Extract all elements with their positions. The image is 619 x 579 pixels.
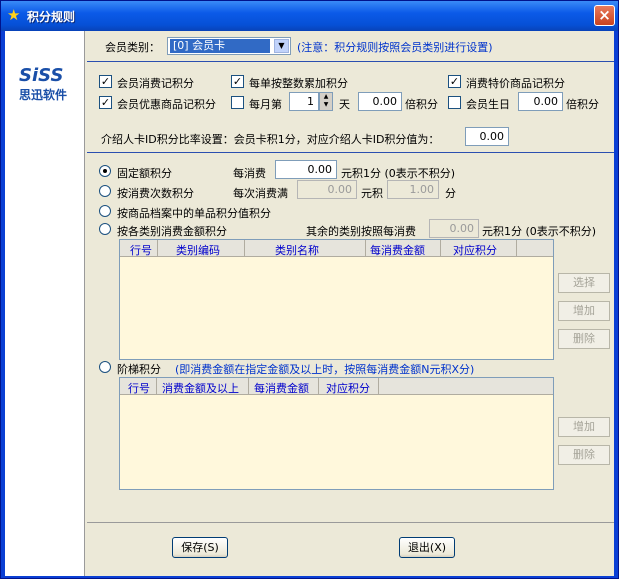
window-title: 积分规则 [27, 10, 76, 24]
monthly-label: 每月第 [249, 98, 282, 111]
divider [87, 522, 614, 523]
column-header[interactable]: 每消费金额 [370, 242, 425, 258]
fixed-unit: 元积1分 (0表示不积分) [341, 167, 456, 180]
ladder-grid[interactable]: 行号 消费金额及以上 每消费金额 对应积分 [119, 377, 554, 490]
category-grid-header: 行号 类别编码 类别名称 每消费金额 对应积分 [120, 240, 553, 257]
birthday-label: 会员生日 [466, 98, 510, 111]
spin-down-icon[interactable]: ▼ [320, 101, 332, 109]
special-label: 消费特价商品记积分 [466, 77, 565, 90]
monthly-times-unit: 倍积分 [405, 98, 438, 111]
fixed-label: 固定额积分 [117, 167, 172, 180]
count-radio[interactable] [99, 185, 111, 197]
ladder-grid-header: 行号 消费金额及以上 每消费金额 对应积分 [120, 378, 553, 395]
category-label: 按各类别消费金额积分 [117, 225, 227, 238]
consume-label: 会员消费记积分 [117, 77, 194, 90]
save-button[interactable]: 保存(S) [172, 537, 228, 558]
ladder-note: (即消费金额在指定金额及以上时，按照每消费金额N元积X分) [175, 363, 475, 376]
select-button[interactable]: 选择 [558, 273, 610, 293]
count-per-label: 每次消费满 [233, 187, 288, 200]
divider [87, 152, 614, 153]
title-bar[interactable]: ★ 积分规则 × [1, 1, 618, 31]
column-header[interactable]: 对应积分 [326, 380, 370, 396]
special-checkbox[interactable]: ✓ [448, 75, 461, 88]
column-header[interactable]: 消费金额及以上 [162, 380, 239, 396]
count-points-input[interactable]: 1.00 [387, 180, 439, 199]
item-radio[interactable] [99, 205, 111, 217]
category-other-input[interactable]: 0.00 [429, 219, 479, 238]
ladder-label: 阶梯积分 [117, 363, 161, 376]
item-label: 按商品档案中的单品积分值积分 [117, 207, 271, 220]
divider [87, 61, 614, 62]
ladder-delete-button[interactable]: 删除 [558, 445, 610, 465]
column-header[interactable]: 对应积分 [453, 242, 497, 258]
category-add-button[interactable]: 增加 [558, 301, 610, 321]
per-order-checkbox[interactable]: ✓ [231, 75, 244, 88]
fixed-value-input[interactable]: 0.00 [275, 160, 337, 179]
dialog-window: ★ 积分规则 × SiSS 思迅软件 会员类别： [0] 会员卡 ▼ (注意：积… [0, 0, 619, 579]
ladder-add-button[interactable]: 增加 [558, 417, 610, 437]
monthly-day-input[interactable]: 1 [289, 92, 319, 111]
dialog-body: SiSS 思迅软件 会员类别： [0] 会员卡 ▼ (注意：积分规则按照会员类别… [5, 31, 614, 576]
column-header[interactable]: 类别编码 [176, 242, 220, 258]
category-other-unit: 元积1分 (0表示不积分) [482, 225, 597, 238]
category-delete-button[interactable]: 删除 [558, 329, 610, 349]
category-grid[interactable]: 行号 类别编码 类别名称 每消费金额 对应积分 [119, 239, 554, 360]
fixed-per-label: 每消费 [233, 167, 266, 180]
monthly-times-input[interactable]: 0.00 [358, 92, 402, 111]
ladder-radio[interactable] [99, 361, 111, 373]
logo-panel: SiSS 思迅软件 [5, 31, 85, 576]
monthly-checkbox[interactable] [231, 96, 244, 109]
category-radio[interactable] [99, 223, 111, 235]
birthday-times-input[interactable]: 0.00 [518, 92, 563, 111]
consume-checkbox[interactable]: ✓ [99, 75, 112, 88]
brand-logo: SiSS [19, 65, 64, 86]
discount-label: 会员优惠商品记积分 [117, 98, 216, 111]
member-type-label: 会员类别： [105, 41, 160, 54]
count-label: 按消费次数积分 [117, 187, 194, 200]
column-header[interactable]: 每消费金额 [254, 380, 309, 396]
birthday-checkbox[interactable] [448, 96, 461, 109]
close-button[interactable]: × [594, 5, 615, 26]
company-name: 思迅软件 [19, 88, 68, 102]
per-order-label: 每单按整数累加积分 [249, 77, 348, 90]
referral-label: 介绍人卡ID积分比率设置：会员卡积1分，对应介绍人卡ID积分值为： [101, 133, 440, 146]
referral-input[interactable]: 0.00 [465, 127, 509, 146]
category-other-label: 其余的类别按照每消费 [306, 225, 416, 238]
discount-checkbox[interactable]: ✓ [99, 96, 112, 109]
member-type-value: [0] 会员卡 [170, 39, 270, 53]
star-icon: ★ [7, 6, 21, 24]
count-points-unit: 分 [445, 187, 456, 200]
fixed-radio[interactable] [99, 165, 111, 177]
column-header[interactable]: 行号 [130, 242, 152, 258]
day-unit-label: 天 [339, 98, 350, 111]
day-spinner[interactable]: ▲ ▼ [319, 92, 333, 111]
count-value-input[interactable]: 0.00 [297, 180, 357, 199]
chevron-down-icon[interactable]: ▼ [274, 39, 289, 53]
spin-up-icon[interactable]: ▲ [320, 93, 332, 101]
birthday-times-unit: 倍积分 [566, 98, 599, 111]
column-header[interactable]: 行号 [128, 380, 150, 396]
member-type-select[interactable]: [0] 会员卡 ▼ [167, 37, 291, 55]
count-unit: 元积 [361, 187, 383, 200]
column-header[interactable]: 类别名称 [275, 242, 319, 258]
member-type-note: (注意：积分规则按照会员类别进行设置) [297, 41, 493, 54]
exit-button[interactable]: 退出(X) [399, 537, 455, 558]
